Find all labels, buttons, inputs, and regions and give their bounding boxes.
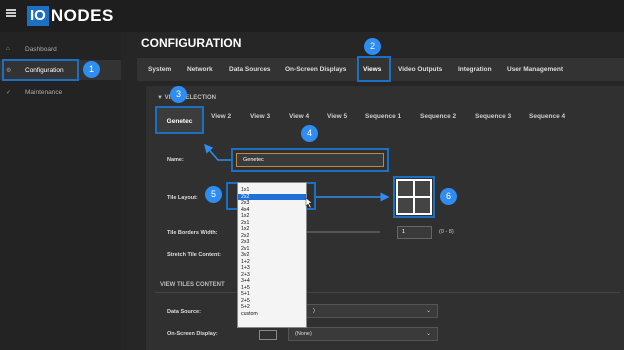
callout-badge-2: 2: [364, 38, 381, 55]
callout-badge-6: 6: [440, 188, 457, 205]
annotation-arrows: [204, 143, 390, 209]
callout-badge-3: 3: [170, 86, 187, 103]
callout-badge-1: 1: [83, 61, 100, 78]
callout-badge-4: 4: [301, 125, 318, 142]
callout-badge-5: 5: [205, 186, 222, 203]
